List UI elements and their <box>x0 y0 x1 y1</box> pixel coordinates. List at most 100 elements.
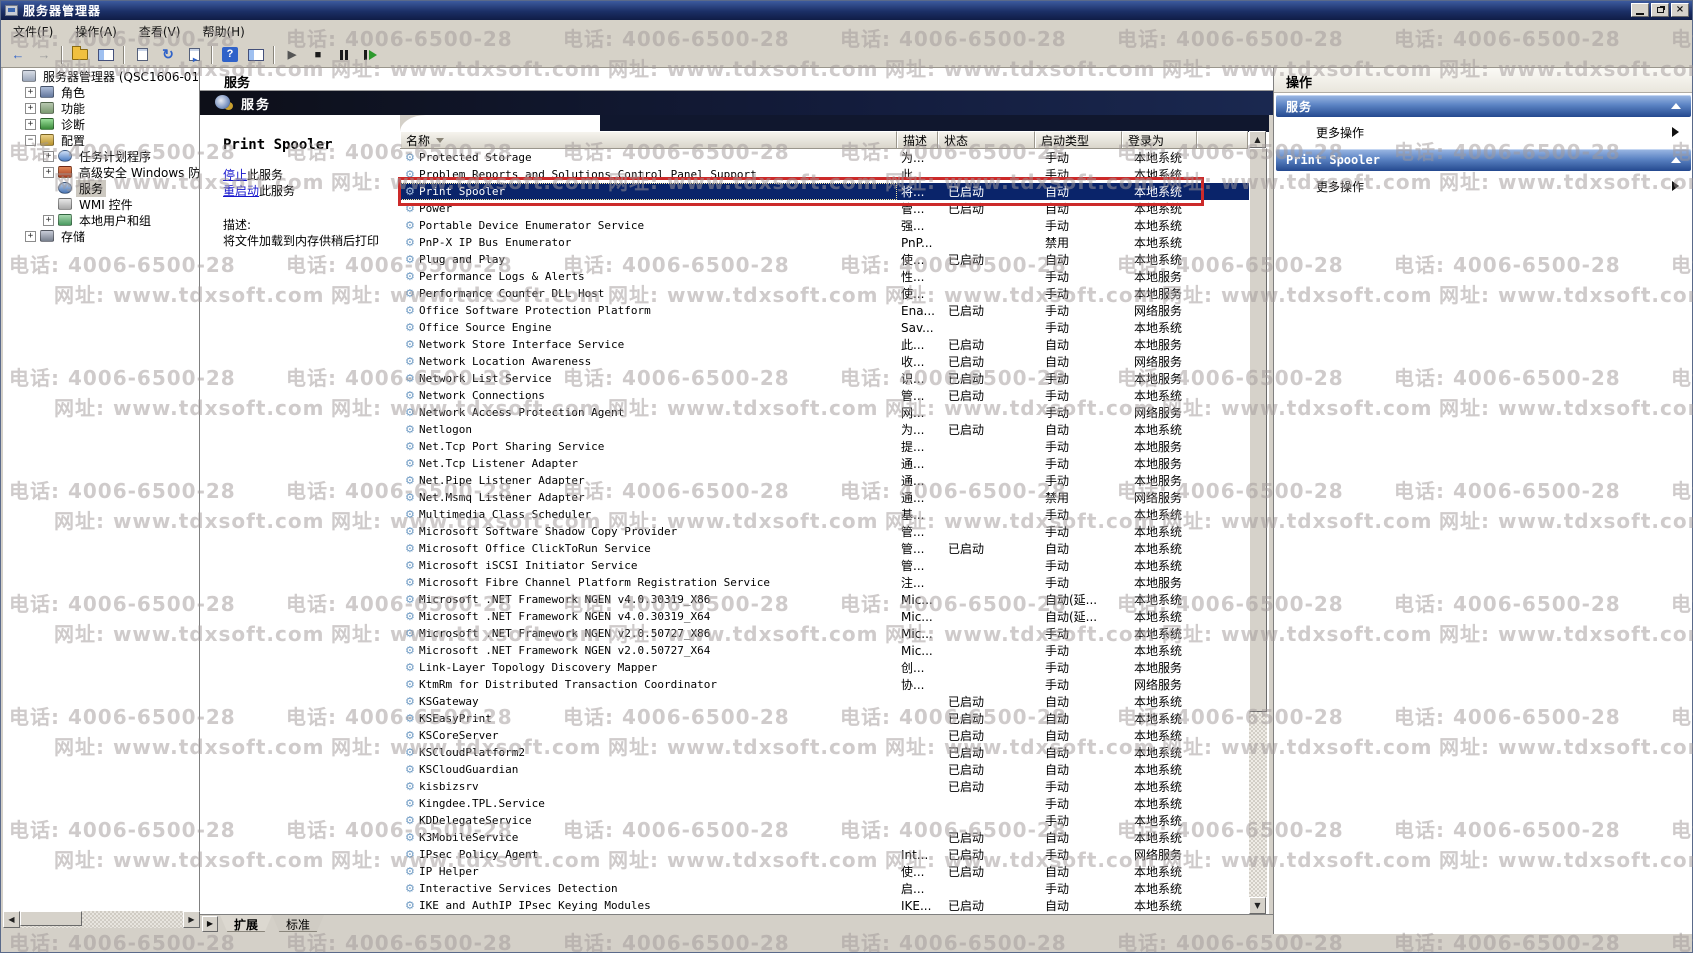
table-row[interactable]: ⚙Network Access Protection Agent网...手动网络… <box>400 404 1249 421</box>
table-row[interactable]: ⚙Net.Pipe Listener Adapter通...手动本地服务 <box>400 472 1249 489</box>
column-header-name[interactable]: 名称 <box>400 131 897 149</box>
menu-item-h[interactable]: 帮助(H) <box>192 20 254 43</box>
show-hide-console-tree-button[interactable] <box>68 44 92 66</box>
table-row[interactable]: ⚙Network List Service识...已启动手动本地服务 <box>400 370 1249 387</box>
table-row[interactable]: ⚙Office Source EngineSav...手动本地系统 <box>400 319 1249 336</box>
menu-item-a[interactable]: 操作(A) <box>65 20 127 43</box>
table-row[interactable]: ⚙Microsoft Office ClickToRun Service管...… <box>400 540 1249 557</box>
tree-item-配置[interactable]: −配置 <box>3 132 199 148</box>
restart-service-link[interactable]: 重启动 <box>223 184 259 198</box>
table-row[interactable]: ⚙Multimedia Class Scheduler基...手动本地系统 <box>400 506 1249 523</box>
expand-icon[interactable]: + <box>25 103 36 114</box>
column-header-desc[interactable]: 描述 <box>897 131 938 149</box>
table-row[interactable]: ⚙K3MobileService已启动自动本地系统 <box>400 829 1249 846</box>
table-row[interactable]: ⚙Net.Msmq Listener Adapter通...禁用网络服务 <box>400 489 1249 506</box>
tree-item-存储[interactable]: +存储 <box>3 228 199 244</box>
table-row[interactable]: ⚙Portable Device Enumerator Service强...手… <box>400 217 1249 234</box>
scroll-right-icon[interactable]: ▶ <box>183 911 200 928</box>
tree-item-诊断[interactable]: +诊断 <box>3 116 199 132</box>
expand-icon[interactable]: + <box>25 119 36 130</box>
table-row[interactable]: ⚙Plug and Play使...已启动自动本地系统 <box>400 251 1249 268</box>
table-row[interactable]: ⚙IP Helper使...已启动自动本地系统 <box>400 863 1249 880</box>
table-row[interactable]: ⚙Interactive Services Detection启...手动本地系… <box>400 880 1249 897</box>
tree-item-角色[interactable]: +角色 <box>3 84 199 100</box>
table-row[interactable]: ⚙KDDelegateService手动本地系统 <box>400 812 1249 829</box>
stop-service-link[interactable]: 停止 <box>223 168 247 182</box>
collapse-icon[interactable] <box>1671 157 1681 163</box>
expand-icon[interactable]: + <box>43 215 54 226</box>
scroll-left-icon[interactable]: ◀ <box>3 911 20 928</box>
table-row[interactable]: ⚙KSEasyPrint已启动自动本地系统 <box>400 710 1249 727</box>
table-row[interactable]: ⚙Microsoft .NET Framework NGEN v2.0.5072… <box>400 642 1249 659</box>
expand-icon[interactable]: + <box>25 87 36 98</box>
collapse-icon[interactable]: − <box>25 135 36 146</box>
forward-button[interactable]: → <box>32 44 56 66</box>
table-row[interactable]: ⚙Microsoft iSCSI Initiator Service管...手动… <box>400 557 1249 574</box>
scrollbar-thumb[interactable] <box>1249 148 1267 712</box>
table-row[interactable]: ⚙KtmRm for Distributed Transaction Coord… <box>400 676 1249 693</box>
console-panel-button[interactable] <box>94 44 118 66</box>
expand-icon[interactable]: + <box>25 231 36 242</box>
start-service-button[interactable]: ▶ <box>280 44 304 66</box>
table-row[interactable]: ⚙Microsoft .NET Framework NGEN v2.0.5072… <box>400 625 1249 642</box>
table-row[interactable]: ⚙Link-Layer Topology Discovery Mapper创..… <box>400 659 1249 676</box>
table-row[interactable]: ⚙Net.Tcp Listener Adapter通...手动本地服务 <box>400 455 1249 472</box>
table-row[interactable]: ⚙Netlogon为...已启动自动本地系统 <box>400 421 1249 438</box>
table-row[interactable]: ⚙Network Store Interface Service此...已启动自… <box>400 336 1249 353</box>
column-header-status[interactable]: 状态 <box>938 131 1035 149</box>
table-row[interactable]: ⚙Microsoft .NET Framework NGEN v4.0.3031… <box>400 591 1249 608</box>
restore-button[interactable] <box>1651 3 1669 17</box>
tree-item-WMI控件[interactable]: WMI 控件 <box>3 196 199 212</box>
scroll-down-icon[interactable]: ▼ <box>1249 897 1266 914</box>
table-row[interactable]: ⚙Microsoft Fibre Channel Platform Regist… <box>400 574 1249 591</box>
table-row[interactable]: ⚙Performance Logs & Alerts性...手动本地服务 <box>400 268 1249 285</box>
table-row[interactable]: ⚙KSCloudPlatform2已启动自动本地系统 <box>400 744 1249 761</box>
expand-icon[interactable]: + <box>43 151 54 162</box>
menu-item-f[interactable]: 文件(F) <box>3 20 63 43</box>
tree-horizontal-scrollbar[interactable]: ◀ ▶ <box>3 911 200 928</box>
actions-section-services[interactable]: 服务 <box>1276 95 1691 117</box>
tree-item-高级安全Windows防[interactable]: +高级安全 Windows 防火墙 <box>3 164 199 180</box>
tree-item-任务计划程序[interactable]: +任务计划程序 <box>3 148 199 164</box>
table-row[interactable]: ⚙KSCloudGuardian已启动自动本地系统 <box>400 761 1249 778</box>
table-row[interactable]: ⚙KSCoreServer已启动自动本地系统 <box>400 727 1249 744</box>
scrollbar-thumb[interactable] <box>20 911 82 926</box>
table-row[interactable]: ⚙Protected Storage为...手动本地系统 <box>400 149 1249 166</box>
help-button[interactable]: ? <box>218 44 242 66</box>
title-bar[interactable]: 服务器管理器 × <box>1 1 1692 20</box>
table-row[interactable]: ⚙PnP-X IP Bus EnumeratorPnP...禁用本地系统 <box>400 234 1249 251</box>
expand-icon[interactable]: + <box>43 167 54 178</box>
scroll-up-icon[interactable]: ▲ <box>1249 131 1266 148</box>
tab-extended[interactable]: 扩展 <box>220 915 272 932</box>
tab-scroll-button[interactable]: ▶ <box>202 916 218 932</box>
minimize-button[interactable] <box>1631 3 1649 17</box>
tree-item-功能[interactable]: +功能 <box>3 100 199 116</box>
refresh-button[interactable]: ↻ <box>156 44 180 66</box>
table-row[interactable]: ⚙KSGateway已启动自动本地系统 <box>400 693 1249 710</box>
taskpad-view-button[interactable] <box>244 44 268 66</box>
tab-standard[interactable]: 标准 <box>272 915 324 932</box>
stop-service-button[interactable]: ■ <box>306 44 330 66</box>
pause-service-button[interactable] <box>332 44 356 66</box>
table-row[interactable]: ⚙Performance Counter DLL Host使...手动本地服务 <box>400 285 1249 302</box>
more-actions-print-spooler[interactable]: 更多操作 <box>1276 172 1691 200</box>
properties-button[interactable] <box>130 44 154 66</box>
collapse-icon[interactable] <box>1671 103 1681 109</box>
list-vertical-scrollbar[interactable]: ▲ ▼ <box>1249 131 1267 914</box>
column-header-logon[interactable]: 登录为 <box>1122 131 1197 149</box>
menu-item-v[interactable]: 查看(V) <box>129 20 191 43</box>
close-button[interactable]: × <box>1671 3 1689 17</box>
table-row[interactable]: ⚙IKE and AuthIP IPsec Keying ModulesIKE.… <box>400 897 1249 914</box>
table-row[interactable]: ⚙Kingdee.TPL.Service手动本地系统 <box>400 795 1249 812</box>
table-row[interactable]: ⚙Network Connections管...已启动手动本地系统 <box>400 387 1249 404</box>
table-row[interactable]: ⚙kisbizsrv已启动手动本地系统 <box>400 778 1249 795</box>
table-row[interactable]: ⚙Office Software Protection PlatformEna.… <box>400 302 1249 319</box>
more-actions-services[interactable]: 更多操作 <box>1276 118 1691 146</box>
tree-item-服务[interactable]: 服务 <box>3 180 199 196</box>
back-button[interactable]: ← <box>6 44 30 66</box>
export-list-button[interactable] <box>182 44 206 66</box>
table-row[interactable]: ⚙IPsec Policy AgentInt...已启动手动网络服务 <box>400 846 1249 863</box>
table-row[interactable]: ⚙Microsoft .NET Framework NGEN v4.0.3031… <box>400 608 1249 625</box>
restart-service-button[interactable] <box>358 44 382 66</box>
table-row[interactable]: ⚙Network Location Awareness收...已启动自动网络服务 <box>400 353 1249 370</box>
